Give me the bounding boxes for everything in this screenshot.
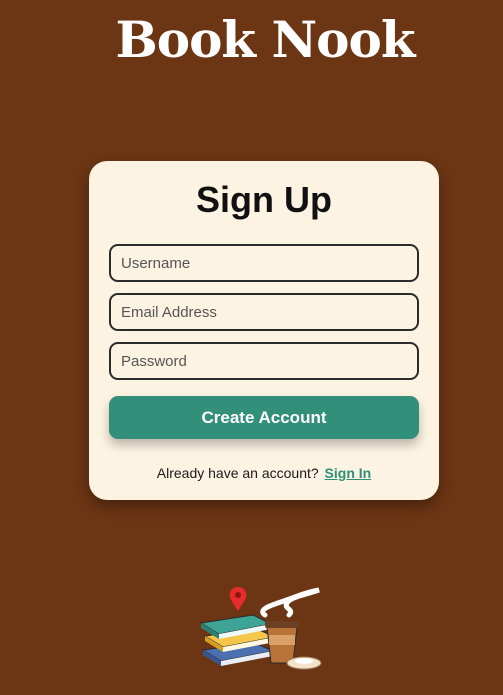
signin-row: Already have an account? Sign In — [89, 465, 439, 481]
steam-icon — [260, 587, 320, 618]
password-input[interactable] — [109, 342, 419, 380]
username-input[interactable] — [109, 244, 419, 282]
book-stack-icon — [199, 614, 277, 666]
coffee-cup-icon — [265, 621, 299, 664]
saucer-icon — [286, 656, 322, 670]
map-pin-icon — [229, 587, 247, 611]
create-account-button[interactable]: Create Account — [109, 396, 419, 439]
email-input[interactable] — [109, 293, 419, 331]
signup-card: Sign Up Create Account Already have an a… — [89, 161, 439, 500]
books-coffee-illustration — [199, 587, 322, 670]
signin-link[interactable]: Sign In — [325, 465, 372, 481]
signin-prompt: Already have an account? — [156, 465, 319, 481]
signup-title: Sign Up — [196, 179, 332, 220]
brand-title: Book Nook — [115, 10, 415, 69]
